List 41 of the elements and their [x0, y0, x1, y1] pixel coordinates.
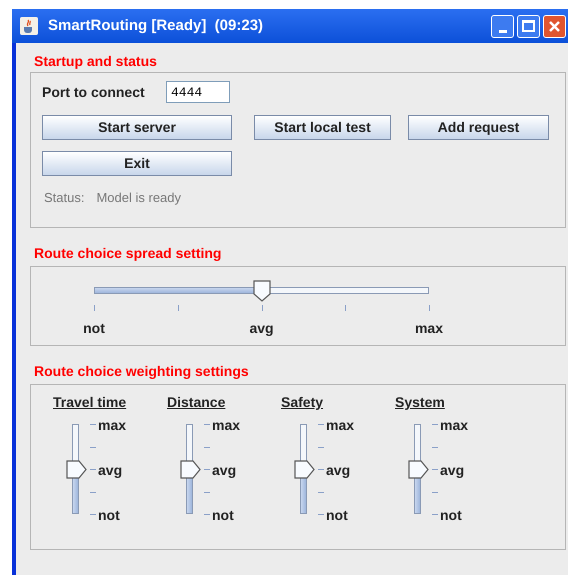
slider-label: avg [440, 461, 464, 479]
slider-thumb[interactable] [408, 460, 429, 479]
slider-label: not [98, 506, 120, 524]
java-cup-icon [20, 17, 38, 35]
maximize-button[interactable] [517, 14, 540, 38]
port-label: Port to connect [42, 82, 146, 102]
column-heading: Travel time [53, 393, 126, 412]
window-title: SmartRouting [Ready] (09:23) [48, 16, 264, 36]
slider-thumb[interactable] [66, 460, 87, 479]
slider-label: not [440, 506, 462, 524]
slider-label: avg [248, 319, 275, 338]
minimize-button[interactable] [491, 14, 514, 38]
close-button[interactable] [543, 14, 566, 38]
section-heading: Route choice spread setting [33, 244, 222, 262]
slider-label: max [212, 416, 240, 434]
column-heading: Safety [281, 393, 324, 412]
port-field[interactable]: 4444 [166, 81, 230, 103]
slider-label: avg [326, 461, 350, 479]
slider-label: max [326, 416, 354, 434]
slider-thumb[interactable] [180, 460, 201, 479]
section-heading: Route choice weighting settings [33, 362, 250, 380]
slider-label: not [326, 506, 348, 524]
slider-label: max [98, 416, 126, 434]
slider-thumb[interactable] [294, 460, 315, 479]
slider-label: avg [98, 461, 122, 479]
slider-label: not [212, 506, 234, 524]
button[interactable]: Start local test [254, 115, 391, 140]
button[interactable]: Add request [408, 115, 549, 140]
status-label: Status: [44, 189, 84, 207]
slider-label: max [414, 319, 444, 338]
button[interactable]: Exit [42, 151, 232, 176]
slider-label: not [82, 319, 106, 338]
status-text: Model is ready [96, 189, 182, 207]
close-icon [548, 20, 561, 32]
slider-label: avg [212, 461, 236, 479]
column-heading: Distance [167, 393, 226, 412]
slider-label: max [440, 416, 468, 434]
column-heading: System [395, 393, 445, 412]
button[interactable]: Start server [42, 115, 232, 140]
section-heading: Startup and status [33, 52, 158, 70]
slider-thumb[interactable] [252, 280, 272, 302]
